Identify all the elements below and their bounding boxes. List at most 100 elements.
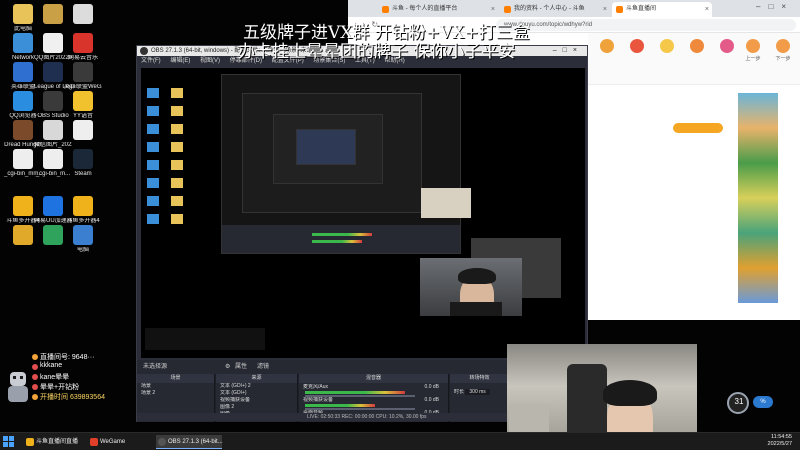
recycle-bin-icon xyxy=(73,4,93,24)
browser-tab-douyu[interactable]: 斗鱼 - 每个人的直播平台 × xyxy=(378,2,498,17)
nested-preview-1 xyxy=(221,74,461,254)
browser-tab-strip: 斗鱼 - 每个人的直播平台 × 我的资料 - 个人中心 - 斗鱼 × 斗鱼直播间 × … xyxy=(348,0,800,17)
league-icon xyxy=(43,62,63,82)
desktop-icon-label: YY语音 xyxy=(72,113,93,119)
window-controls[interactable]: –□× xyxy=(756,2,794,11)
fan-club-label: 晕晕+开钻粉 xyxy=(40,384,80,391)
dread-hunger-icon xyxy=(13,120,33,140)
source-item[interactable]: 视频捕获设备 xyxy=(216,397,297,404)
no-source-selected-label: 未选择源 xyxy=(143,364,168,370)
streamer-name-label: kkkane xyxy=(40,362,63,369)
qq-browser-icon xyxy=(13,91,33,111)
nested-preview-2 xyxy=(242,93,422,213)
nested-mixer-strip xyxy=(222,225,460,253)
browser-tab-room[interactable]: 斗鱼直播间 × xyxy=(612,2,712,17)
douyu-icon xyxy=(13,196,33,216)
steam-icon xyxy=(73,149,93,169)
nav-item-prev[interactable]: 上一步 xyxy=(738,39,768,62)
cpu-value: 31 xyxy=(734,397,744,406)
mixer-dock-title: 混音器 xyxy=(299,374,448,383)
gift-badge[interactable] xyxy=(673,123,723,133)
filters-button[interactable]: 滤镜 xyxy=(257,360,269,374)
douyu-icon xyxy=(73,196,93,216)
desktop-icon[interactable] xyxy=(64,120,102,142)
app-icon xyxy=(73,225,93,245)
nested-preview-3 xyxy=(273,114,383,184)
desktop-icon-label: Steam xyxy=(74,171,92,177)
room-number-label: 直播间号: 9648··· xyxy=(40,354,95,361)
stream-time-label: 开播时间 639893564 xyxy=(40,394,105,401)
source-item[interactable]: 图像 2 xyxy=(216,404,297,411)
taskbar-item-wegame[interactable]: WeGame xyxy=(88,435,148,449)
robot-mascot-icon xyxy=(4,372,32,404)
douyu-icon xyxy=(26,438,34,446)
window-controls[interactable]: –□× xyxy=(553,46,583,56)
obs-logo-icon xyxy=(140,47,148,55)
taskbar-item-obs[interactable]: OBS 27.1.3 (64-bit... xyxy=(156,435,223,449)
nav-item-next[interactable]: 下一步 xyxy=(768,39,798,62)
uu-accelerator-icon xyxy=(43,196,63,216)
taskbar: 斗鱼直播间直播 WeGame OBS 27.1.3 (64-bit... 11:… xyxy=(0,432,800,450)
app-icon xyxy=(43,225,63,245)
menu-file[interactable]: 文件(F) xyxy=(141,58,161,64)
obs-icon xyxy=(43,91,63,111)
scene-item[interactable]: 场景 2 xyxy=(137,390,214,397)
mixer-channel: 麦克风/Aux 0.0 dB xyxy=(303,384,439,390)
douyu-nav-panel: 上一步 下一步 xyxy=(588,33,800,85)
desktop-icon[interactable]: 斗鱼多开器4 xyxy=(64,196,102,225)
desktop-icon-label: 网易云音乐 xyxy=(67,55,98,61)
file-icon xyxy=(43,149,63,169)
nav-item[interactable] xyxy=(622,39,652,55)
network-icon xyxy=(13,33,33,53)
sources-dock-title: 来源 xyxy=(216,374,297,383)
user-folder-icon xyxy=(43,4,63,24)
wegame-icon xyxy=(90,438,98,446)
close-icon[interactable]: × xyxy=(705,2,709,17)
menu-view[interactable]: 视图(V) xyxy=(200,58,220,64)
url-input[interactable]: www.douyu.com/topic/wdhyw?rid xyxy=(496,19,796,31)
douyu-favicon-icon xyxy=(504,6,511,13)
nested-desktop-icons xyxy=(171,88,183,228)
yy-icon xyxy=(73,91,93,111)
obs-icon xyxy=(158,438,166,446)
nav-item[interactable] xyxy=(682,39,712,55)
cpu-usage-widget[interactable]: 31 % xyxy=(727,392,777,414)
source-item[interactable]: 文本 (GDI+) 2 xyxy=(216,383,297,390)
file-icon xyxy=(13,149,33,169)
desktop-icon[interactable]: YY语音 xyxy=(64,91,102,120)
desktop-icon-label: 电脑 xyxy=(76,247,89,253)
desktop-icon-label: 斗鱼多开器4 xyxy=(66,218,100,224)
nav-item[interactable] xyxy=(592,39,622,55)
wegame-lol-icon xyxy=(73,62,93,82)
stream-info-overlay: 直播间号: 9648··· kkkane kane晕晕 晕晕+开钻粉 开播时间 … xyxy=(32,352,136,408)
desktop-icon[interactable]: 英雄联盟WeGame版 xyxy=(64,62,102,91)
gear-icon[interactable]: ⚙ xyxy=(225,360,230,374)
douyu-favicon-icon xyxy=(616,6,623,13)
desktop-icon[interactable]: 电脑 xyxy=(64,225,102,254)
properties-button[interactable]: 属性 xyxy=(235,360,247,374)
clock-time: 11:54:55 xyxy=(770,434,792,440)
system-clock[interactable]: 11:54:55 2022/5/27 xyxy=(768,434,792,448)
overlay-text-line-2: 办卡挂上晕晕团的牌子 保你小子平安 xyxy=(238,42,516,62)
transition-duration[interactable]: 时长 300 ms xyxy=(450,389,509,396)
computer-icon xyxy=(13,4,33,24)
windows-start-icon[interactable] xyxy=(3,436,14,447)
scene-item[interactable]: 场景 xyxy=(137,383,214,390)
taskbar-item-douyu[interactable]: 斗鱼直播间直播 xyxy=(24,435,82,449)
close-icon[interactable]: × xyxy=(603,2,607,17)
desktop-icon[interactable] xyxy=(64,4,102,26)
douyu-favicon-icon xyxy=(382,6,389,13)
desktop-icon[interactable]: Steam xyxy=(64,149,102,178)
source-item[interactable]: 文本 (GDI+) xyxy=(216,390,297,397)
netease-music-icon xyxy=(73,33,93,53)
game-banner-image[interactable] xyxy=(738,93,778,303)
transitions-dock-title: 转场特效 xyxy=(450,374,509,383)
clock-date: 2022/5/27 xyxy=(767,441,792,447)
browser-tab-profile[interactable]: 我的资料 - 个人中心 - 斗鱼 × xyxy=(500,2,610,17)
scenes-dock-title: 场景 xyxy=(137,374,214,383)
blank-file-icon xyxy=(73,120,93,140)
close-icon[interactable]: × xyxy=(491,2,495,17)
nav-item[interactable] xyxy=(652,39,682,55)
desktop-icon[interactable]: 网易云音乐 xyxy=(64,33,102,62)
menu-edit[interactable]: 编辑(E) xyxy=(170,58,190,64)
